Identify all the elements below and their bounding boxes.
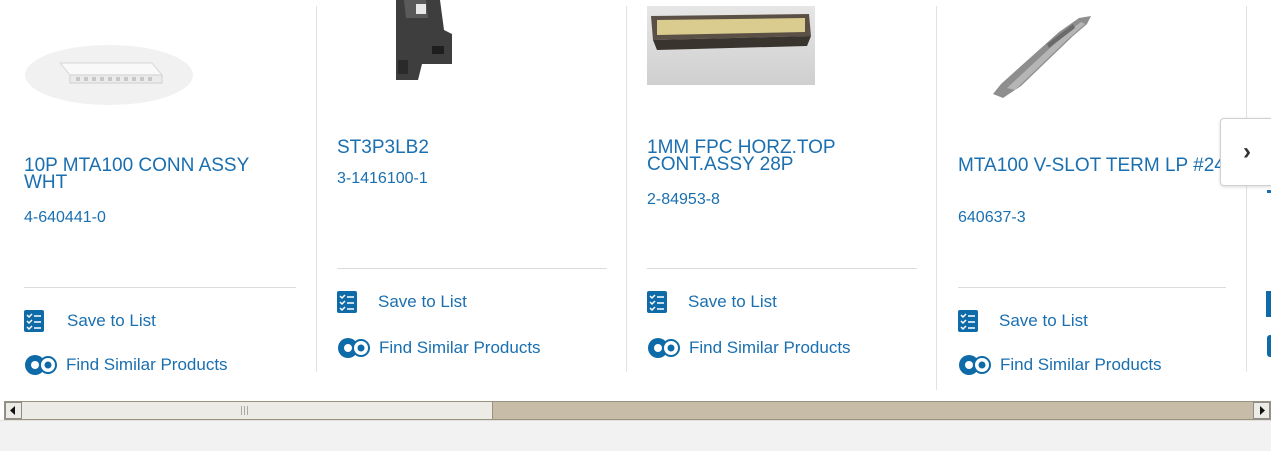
gears-icon bbox=[337, 335, 371, 361]
product-card: ST3P3LB2 3-1416100-1 Save to List Find S… bbox=[317, 0, 626, 396]
save-to-list-button[interactable]: Save to List bbox=[337, 291, 467, 313]
part-number[interactable]: 640637-3 bbox=[958, 209, 1026, 227]
find-similar-products-button[interactable]: Find Similar Products bbox=[647, 335, 851, 361]
save-to-list-label: Save to List bbox=[688, 292, 777, 311]
gears-icon bbox=[958, 352, 992, 378]
part-number[interactable]: 4-640441-0 bbox=[24, 209, 106, 227]
find-similar-products-button[interactable]: Find Similar Products bbox=[958, 352, 1162, 378]
partial-title-mark bbox=[1267, 190, 1271, 193]
find-similar-products-button[interactable]: Find Similar Products bbox=[337, 335, 541, 361]
save-to-list-label: Save to List bbox=[378, 292, 467, 311]
save-to-list-button[interactable]: Save to List bbox=[647, 291, 777, 313]
part-number[interactable]: 2-84953-8 bbox=[647, 191, 720, 209]
terminal-clip-image[interactable] bbox=[987, 14, 1097, 100]
page-footer-area bbox=[0, 420, 1271, 451]
partial-list-icon bbox=[1266, 291, 1271, 317]
product-card: MTA100 V-SLOT TERM LP #24 640637-3 Save … bbox=[937, 0, 1247, 396]
gears-icon bbox=[24, 352, 58, 378]
find-similar-label: Find Similar Products bbox=[689, 338, 851, 357]
relay-module-image[interactable] bbox=[388, 0, 458, 82]
save-to-list-label: Save to List bbox=[67, 311, 156, 330]
find-similar-products-button[interactable]: Find Similar Products bbox=[24, 352, 228, 378]
horizontal-scrollbar[interactable] bbox=[4, 401, 1271, 420]
find-similar-label: Find Similar Products bbox=[1000, 355, 1162, 374]
checklist-icon bbox=[24, 310, 44, 332]
carousel-next-button[interactable]: › bbox=[1220, 118, 1271, 186]
white-connector-image[interactable] bbox=[24, 35, 194, 105]
part-number[interactable]: 3-1416100-1 bbox=[337, 170, 428, 188]
product-title[interactable]: ST3P3LB2 bbox=[337, 138, 607, 157]
product-carousel: 10P MTA100 CONN ASSY WHT 4-640441-0 Save… bbox=[0, 0, 1271, 396]
find-similar-label: Find Similar Products bbox=[379, 338, 541, 357]
save-to-list-button[interactable]: Save to List bbox=[958, 310, 1088, 332]
card-divider bbox=[337, 268, 607, 269]
grip-icon bbox=[241, 406, 248, 415]
gears-icon bbox=[647, 335, 681, 361]
product-title[interactable]: 1MM FPC HORZ.TOP CONT.ASSY 28P bbox=[647, 138, 917, 174]
product-title[interactable]: MTA100 V-SLOT TERM LP #24 bbox=[958, 156, 1233, 175]
card-divider bbox=[24, 287, 296, 288]
checklist-icon bbox=[337, 291, 357, 313]
product-title[interactable]: 10P MTA100 CONN ASSY WHT bbox=[24, 156, 294, 192]
product-card: 10P MTA100 CONN ASSY WHT 4-640441-0 Save… bbox=[0, 0, 316, 396]
scroll-left-button[interactable] bbox=[5, 402, 22, 419]
fpc-connector-image[interactable] bbox=[647, 6, 815, 85]
card-divider bbox=[958, 287, 1226, 288]
chevron-right-icon: › bbox=[1243, 138, 1251, 165]
scroll-right-button[interactable] bbox=[1253, 402, 1270, 419]
product-card: 1MM FPC HORZ.TOP CONT.ASSY 28P 2-84953-8… bbox=[627, 0, 936, 396]
card-divider bbox=[647, 268, 917, 269]
save-to-list-button[interactable]: Save to List bbox=[24, 310, 156, 332]
checklist-icon bbox=[958, 310, 978, 332]
column-divider bbox=[1246, 6, 1247, 372]
find-similar-label: Find Similar Products bbox=[66, 355, 228, 374]
scrollbar-thumb[interactable] bbox=[22, 402, 493, 419]
save-to-list-label: Save to List bbox=[999, 311, 1088, 330]
partial-gears-icon bbox=[1267, 335, 1271, 357]
checklist-icon bbox=[647, 291, 667, 313]
